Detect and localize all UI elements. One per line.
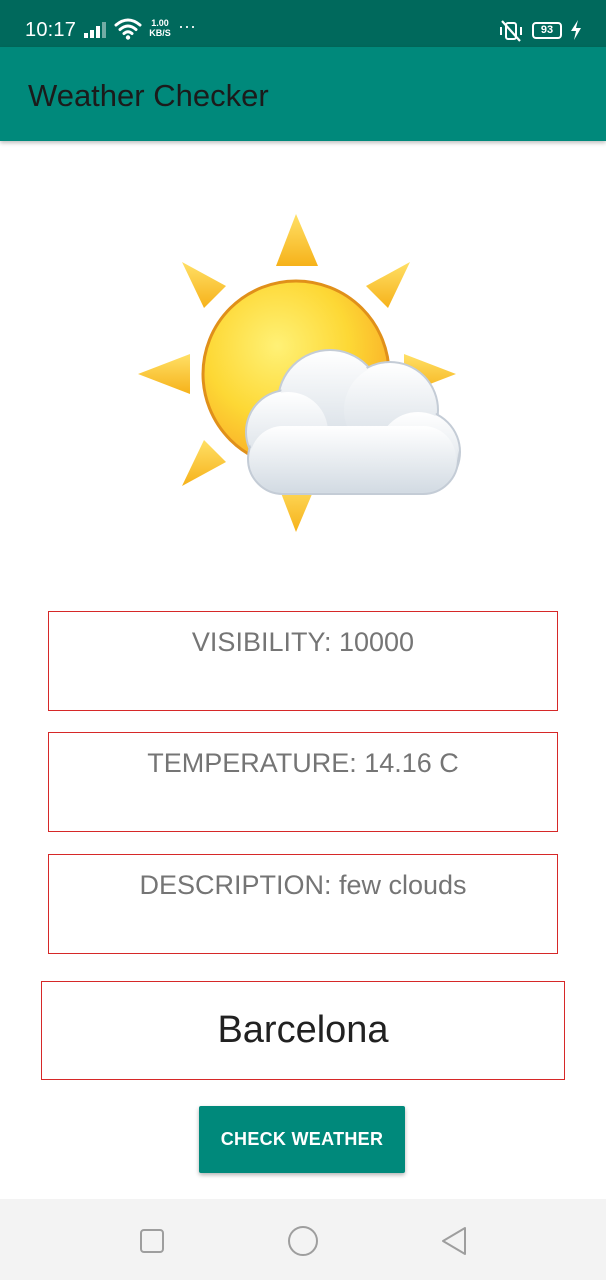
back-icon[interactable] bbox=[434, 1221, 474, 1261]
city-input[interactable] bbox=[41, 981, 565, 1080]
sun-behind-cloud-icon bbox=[138, 214, 461, 532]
home-icon[interactable] bbox=[283, 1221, 323, 1261]
signal-icon bbox=[84, 22, 106, 38]
charging-icon bbox=[571, 20, 581, 40]
app-title: Weather Checker bbox=[28, 78, 269, 113]
app-bar: Weather Checker bbox=[0, 47, 606, 141]
description-box: DESCRIPTION: few clouds bbox=[48, 854, 558, 954]
network-speed-value: 1.00 bbox=[151, 18, 169, 28]
network-speed-unit: KB/S bbox=[149, 28, 171, 38]
vibrate-mute-icon bbox=[500, 20, 522, 42]
recent-apps-icon[interactable] bbox=[132, 1221, 172, 1261]
network-speed: 1.00 KB/S bbox=[146, 18, 174, 38]
navigation-bar bbox=[0, 1199, 606, 1280]
description-text: DESCRIPTION: few clouds bbox=[139, 870, 467, 900]
temperature-text: TEMPERATURE: 14.16 C bbox=[147, 748, 459, 778]
status-time: 10:17 bbox=[25, 19, 77, 41]
battery-level: 93 bbox=[540, 24, 554, 36]
visibility-text: VISIBILITY: 10000 bbox=[191, 627, 415, 657]
status-bar: 10:17 1.00 KB/S ··· 93 bbox=[0, 0, 606, 47]
more-notifications-icon: ··· bbox=[178, 16, 196, 36]
temperature-box: TEMPERATURE: 14.16 C bbox=[48, 732, 558, 832]
battery-icon: 93 bbox=[532, 22, 562, 39]
wifi-icon bbox=[114, 18, 142, 40]
check-weather-button[interactable]: CHECK WEATHER bbox=[199, 1106, 405, 1173]
visibility-box: VISIBILITY: 10000 bbox=[48, 611, 558, 711]
